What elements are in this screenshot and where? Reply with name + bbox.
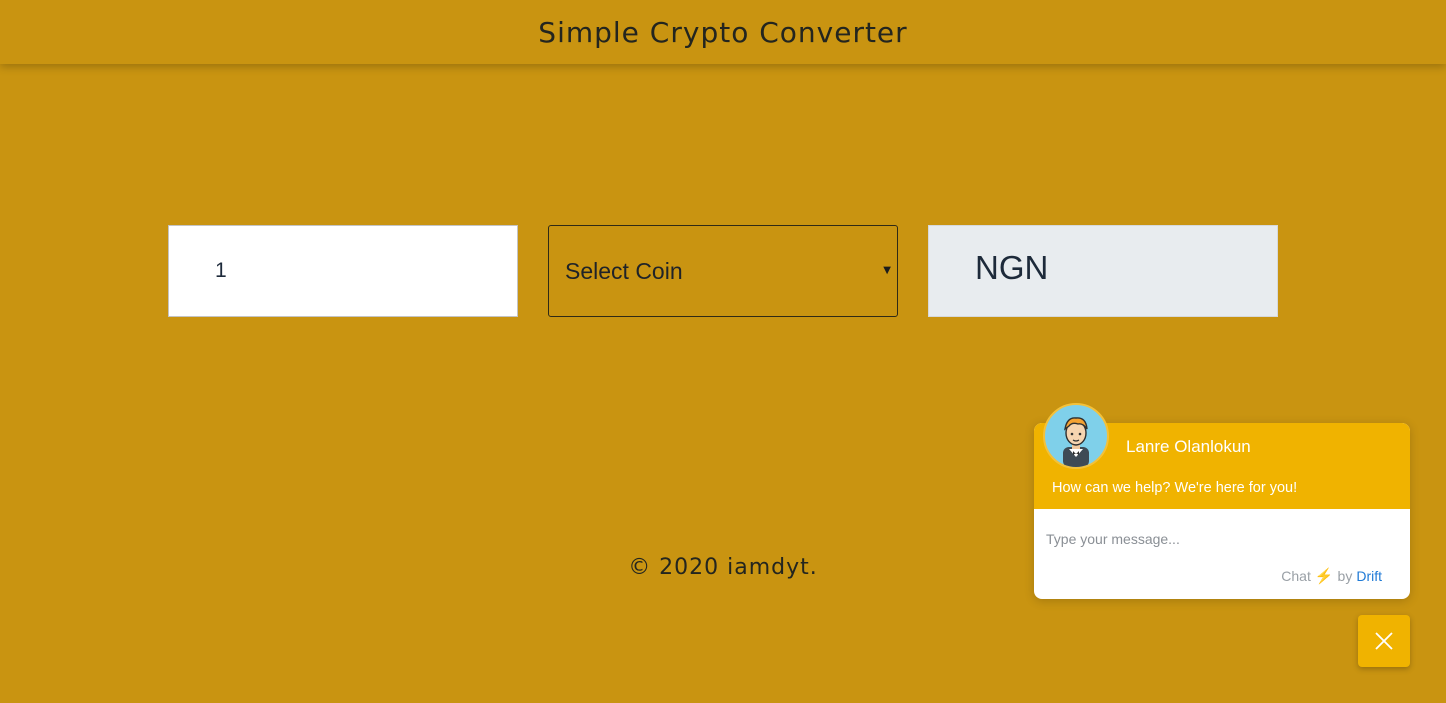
chat-message-input[interactable] (1046, 527, 1386, 551)
drift-link[interactable]: Drift (1356, 568, 1382, 584)
lightning-bolt-icon: ⚡ (1314, 568, 1334, 585)
agent-avatar-icon (1043, 403, 1109, 469)
close-icon (1375, 632, 1393, 650)
chat-credit-by: by (1337, 568, 1353, 584)
chat-credit: Chat ⚡ by Drift (1281, 567, 1382, 585)
coin-select-label: Select Coin (565, 257, 683, 284)
chat-agent-name: Lanre Olanlokun (1126, 437, 1251, 456)
caret-down-icon: ▼ (883, 265, 891, 276)
currency-label: NGN (975, 249, 1049, 286)
amount-input[interactable] (168, 225, 518, 317)
coin-select[interactable]: Select Coin ▼ (548, 225, 898, 317)
chat-greeting: How can we help? We're here for you! (1052, 480, 1298, 496)
app-header: Simple Crypto Converter (0, 0, 1446, 64)
chat-close-button[interactable] (1358, 615, 1410, 667)
chat-credit-prefix: Chat (1281, 568, 1311, 584)
page-title: Simple Crypto Converter (538, 15, 908, 49)
currency-display: NGN (928, 225, 1278, 317)
